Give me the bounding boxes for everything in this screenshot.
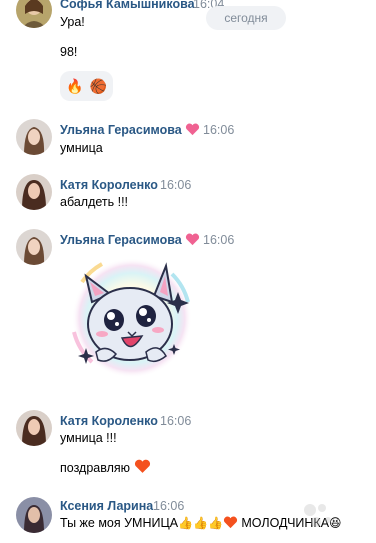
message-text-content: поздравляю	[60, 461, 131, 475]
thumbs-up-icon: 👍👍👍	[178, 516, 223, 530]
avatar[interactable]	[16, 174, 52, 210]
sender-name[interactable]: Ульяна Герасимова	[60, 123, 200, 137]
basketball-icon[interactable]: 🏀	[90, 79, 107, 93]
heart-icon	[186, 233, 200, 246]
message-text: 98!	[60, 45, 78, 59]
avatar[interactable]	[16, 0, 52, 28]
date-pill: сегодня	[206, 6, 286, 30]
message-time: 16:06	[203, 233, 235, 247]
avatar[interactable]	[16, 410, 52, 446]
sender-name[interactable]: Катя Короленко	[60, 414, 158, 428]
sender-name[interactable]: Катя Короленко	[60, 178, 158, 192]
message-text: абалдеть !!!	[60, 195, 129, 209]
reactions-bar[interactable]: 🔥 🏀	[60, 71, 113, 101]
message-text: Ура!	[60, 15, 85, 29]
heart-icon	[223, 516, 237, 529]
message-text: поздравляю	[60, 459, 151, 476]
sender-name[interactable]: Софья Камышникова	[60, 0, 195, 11]
message-text: умница !!!	[60, 431, 117, 445]
sender-name[interactable]: Ульяна Герасимова	[60, 233, 200, 247]
avatar[interactable]	[16, 229, 52, 265]
heart-icon	[186, 123, 200, 136]
watermark-logo	[298, 498, 376, 538]
fire-icon[interactable]: 🔥	[66, 79, 83, 93]
message-time: 16:06	[153, 499, 185, 513]
heart-icon	[134, 459, 150, 473]
message-text: умница	[60, 141, 103, 155]
message-time: 16:06	[160, 178, 192, 192]
sender-name-text[interactable]: Ульяна Герасимова	[60, 233, 182, 247]
avatar[interactable]	[16, 119, 52, 155]
avatar[interactable]	[16, 497, 52, 533]
message-time: 16:06	[203, 123, 235, 137]
message-time: 16:06	[160, 414, 192, 428]
sender-name-text[interactable]: Ульяна Герасимова	[60, 123, 182, 137]
sender-name[interactable]: Ксения Ларина	[60, 499, 153, 513]
message-text-part: Ты же моя УМНИЦА	[60, 516, 179, 530]
cat-sticker[interactable]	[62, 252, 194, 380]
